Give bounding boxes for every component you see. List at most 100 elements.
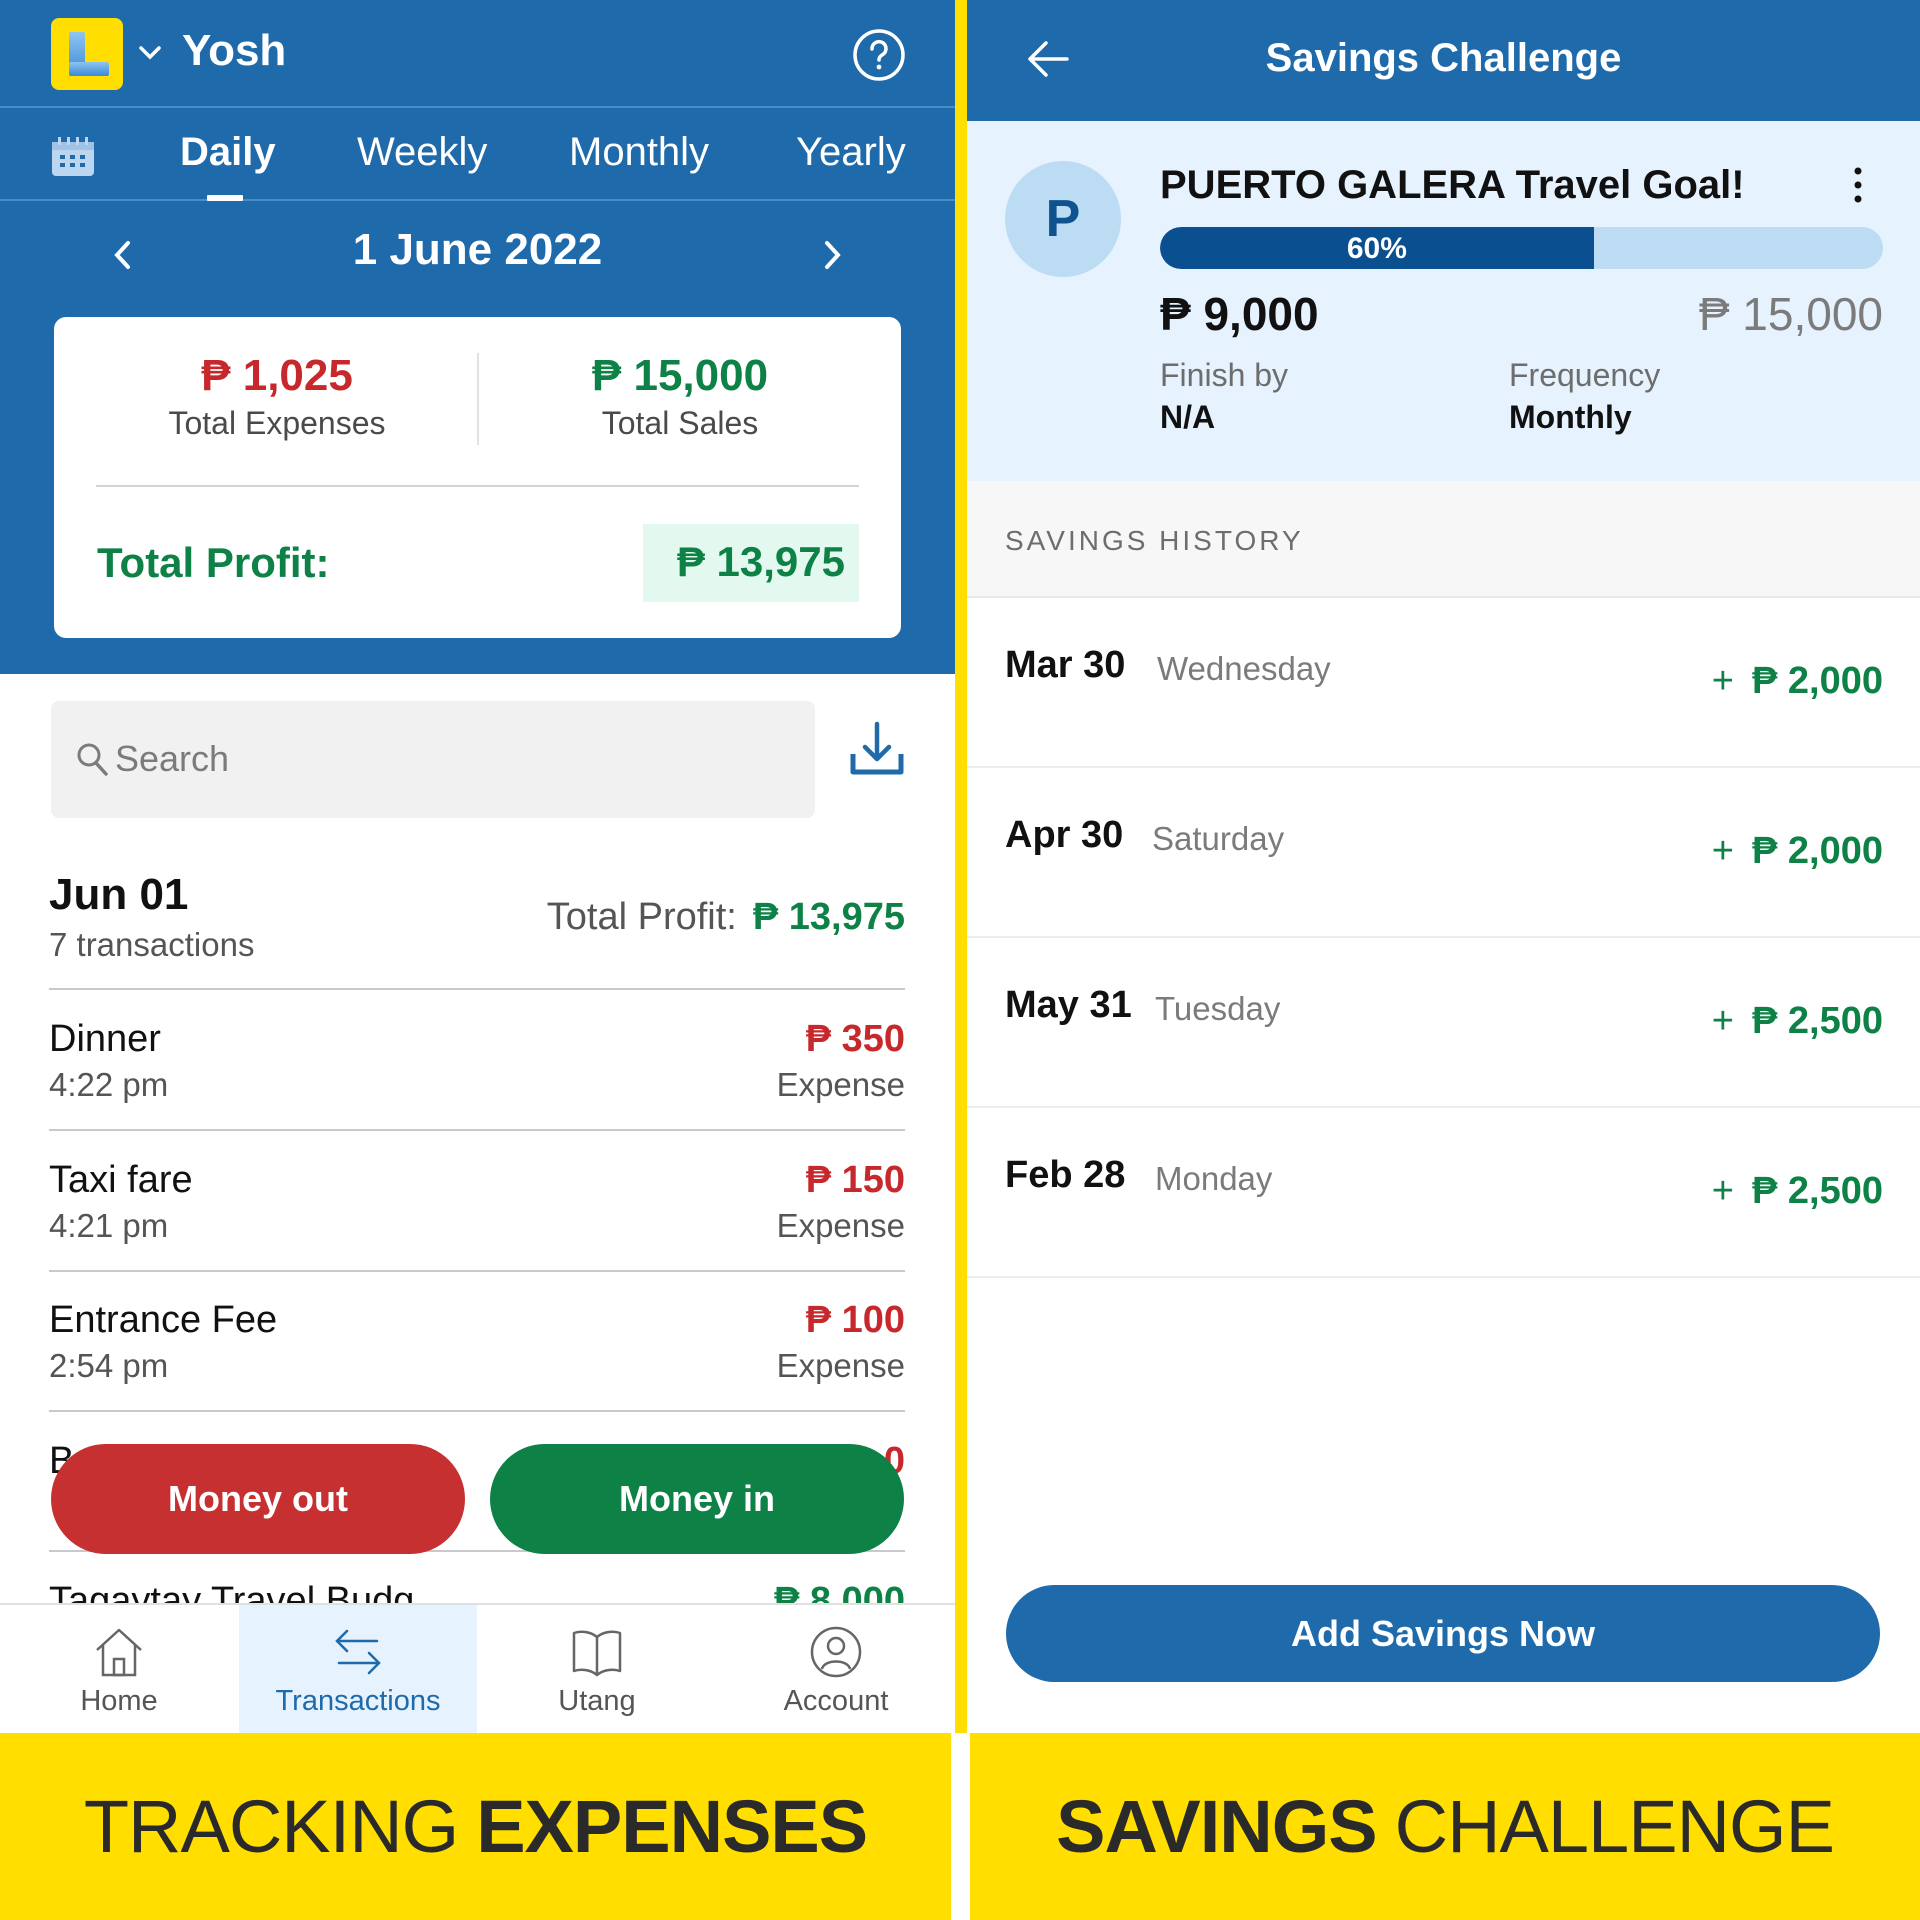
finish-by-value: N/A bbox=[1160, 399, 1216, 435]
divider bbox=[477, 353, 479, 445]
goal-avatar: P bbox=[1005, 161, 1121, 277]
saved-amount: ₱ 9,000 bbox=[1160, 288, 1319, 340]
expenses-summary: ₱ 1,025 Total Expenses bbox=[87, 351, 467, 442]
divider bbox=[49, 988, 905, 990]
nav-label: Home bbox=[80, 1685, 158, 1717]
goal-name: PUERTO GALERA Travel Goal! bbox=[1160, 163, 1745, 207]
total-expenses-label: Total Expenses bbox=[168, 405, 386, 441]
amount-value: ₱ 2,000 bbox=[1752, 830, 1883, 872]
chevron-right-icon[interactable] bbox=[817, 237, 847, 273]
money-out-button[interactable]: Money out bbox=[51, 1444, 465, 1554]
tab-weekly[interactable]: Weekly bbox=[357, 130, 487, 175]
savings-history-row[interactable]: Feb 28 Monday + ₱ 2,500 bbox=[967, 1108, 1920, 1278]
account-name[interactable]: Yosh bbox=[182, 26, 286, 76]
total-profit-label: Total Profit: bbox=[97, 539, 330, 586]
tracking-expenses-banner: TRACKING EXPENSES bbox=[0, 1733, 951, 1920]
banner-word: SAVINGS bbox=[1056, 1785, 1378, 1868]
search-input[interactable] bbox=[115, 731, 775, 787]
transaction-amount: ₱ 150 bbox=[805, 1159, 905, 1201]
nav-home[interactable]: Home bbox=[0, 1605, 238, 1733]
progress-label: 60% bbox=[1346, 232, 1407, 265]
search-icon bbox=[77, 743, 108, 776]
transaction-row[interactable]: Entrance Fee 2:54 pm ₱ 100 Expense bbox=[49, 1299, 905, 1409]
savings-header: Savings Challenge bbox=[967, 0, 1920, 121]
tab-monthly[interactable]: Monthly bbox=[569, 130, 709, 175]
history-amount: + ₱ 2,500 bbox=[1712, 1170, 1883, 1213]
day-profit-amount: ₱ 13,975 bbox=[752, 896, 905, 938]
history-weekday: Saturday bbox=[1152, 820, 1285, 857]
savings-history-row[interactable]: Mar 30 Wednesday + ₱ 2,000 bbox=[967, 598, 1920, 768]
savings-challenge-screen: Savings Challenge P PUERTO GALERA Travel… bbox=[967, 0, 1920, 1733]
section-title: SAVINGS HISTORY bbox=[1005, 525, 1304, 556]
money-in-button[interactable]: Money in bbox=[490, 1444, 904, 1554]
history-weekday: Tuesday bbox=[1155, 990, 1281, 1027]
add-savings-button[interactable]: Add Savings Now bbox=[1006, 1585, 1880, 1682]
banner-word: TRACKING bbox=[83, 1785, 459, 1868]
plus-sign: + bbox=[1711, 660, 1734, 702]
transaction-time: 4:21 pm bbox=[49, 1207, 169, 1244]
book-icon bbox=[572, 1630, 622, 1677]
day-profit-label: Total Profit: bbox=[546, 896, 737, 938]
total-profit-amount: ₱ 13,975 bbox=[676, 538, 845, 585]
transaction-row[interactable]: Dinner 4:22 pm ₱ 350 Expense bbox=[49, 1018, 905, 1128]
amount-value: ₱ 2,500 bbox=[1752, 1000, 1883, 1042]
savings-history-row[interactable]: Apr 30 Saturday + ₱ 2,000 bbox=[967, 768, 1920, 938]
day-group-header: Jun 01 7 transactions Total Profit: ₱ 13,… bbox=[49, 870, 905, 990]
tab-daily[interactable]: Daily bbox=[180, 130, 276, 175]
date-navigator: 1 June 2022 bbox=[0, 201, 955, 311]
history-amount: + ₱ 2,000 bbox=[1712, 830, 1883, 873]
transaction-amount: ₱ 100 bbox=[805, 1299, 905, 1341]
divider bbox=[49, 1129, 905, 1131]
search-bar[interactable] bbox=[51, 701, 815, 818]
total-sales-amount: ₱ 15,000 bbox=[591, 351, 769, 400]
question-circle-icon[interactable] bbox=[852, 28, 906, 82]
transaction-type: Expense bbox=[776, 1347, 905, 1384]
tab-yearly[interactable]: Yearly bbox=[796, 130, 906, 175]
total-profit-badge: ₱ 13,975 bbox=[643, 524, 859, 602]
nav-account[interactable]: Account bbox=[717, 1605, 955, 1733]
chevron-down-icon[interactable] bbox=[137, 40, 163, 66]
banner-word: EXPENSES bbox=[476, 1785, 868, 1868]
transaction-type: Expense bbox=[776, 1066, 905, 1103]
top-bar: Yosh bbox=[0, 0, 955, 108]
transaction-time: 2:54 pm bbox=[49, 1347, 169, 1384]
panel-divider bbox=[955, 0, 967, 1733]
sales-summary: ₱ 15,000 Total Sales bbox=[490, 351, 870, 442]
plus-sign: + bbox=[1711, 1000, 1734, 1042]
goal-card: P PUERTO GALERA Travel Goal! 60% ₱ 9,000… bbox=[967, 121, 1920, 481]
transaction-row[interactable]: Taxi fare 4:21 pm ₱ 150 Expense bbox=[49, 1159, 905, 1269]
transaction-name: Dinner bbox=[49, 1018, 161, 1060]
summary-card: ₱ 1,025 Total Expenses ₱ 15,000 Total Sa… bbox=[54, 317, 901, 638]
finish-by-label: Finish by bbox=[1160, 357, 1289, 393]
banner-word: CHALLENGE bbox=[1394, 1785, 1835, 1868]
transaction-name: Entrance Fee bbox=[49, 1299, 278, 1341]
transaction-count: 7 transactions bbox=[49, 926, 255, 963]
history-amount: + ₱ 2,500 bbox=[1712, 1000, 1883, 1043]
home-icon bbox=[96, 1628, 142, 1677]
nav-label: Transactions bbox=[275, 1685, 441, 1717]
amount-value: ₱ 2,500 bbox=[1752, 1170, 1883, 1212]
calendar-icon[interactable] bbox=[50, 136, 96, 178]
divider bbox=[49, 1410, 905, 1412]
frequency-label: Frequency bbox=[1509, 357, 1661, 393]
history-date: Apr 30 bbox=[1005, 814, 1124, 856]
nav-transactions[interactable]: Transactions bbox=[239, 1605, 477, 1733]
transaction-time: 4:22 pm bbox=[49, 1066, 169, 1103]
savings-history-row[interactable]: May 31 Tuesday + ₱ 2,500 bbox=[967, 938, 1920, 1108]
divider bbox=[49, 1270, 905, 1272]
period-tabs: Daily Weekly Monthly Yearly bbox=[0, 108, 955, 201]
app-logo-icon[interactable] bbox=[51, 18, 123, 90]
divider bbox=[96, 485, 859, 487]
target-amount: ₱ 15,000 bbox=[1698, 288, 1883, 340]
download-icon[interactable] bbox=[848, 720, 906, 778]
savings-history-header: SAVINGS HISTORY bbox=[967, 481, 1920, 598]
history-weekday: Monday bbox=[1155, 1160, 1273, 1197]
nav-utang[interactable]: Utang bbox=[478, 1605, 716, 1733]
nav-label: Account bbox=[783, 1685, 889, 1717]
day-profit: Total Profit: ₱ 13,975 bbox=[547, 896, 905, 939]
history-weekday: Wednesday bbox=[1157, 650, 1331, 687]
plus-sign: + bbox=[1711, 1170, 1734, 1212]
history-amount: + ₱ 2,000 bbox=[1712, 660, 1883, 703]
current-date: 1 June 2022 bbox=[352, 225, 603, 274]
more-vertical-icon[interactable] bbox=[1850, 165, 1866, 205]
